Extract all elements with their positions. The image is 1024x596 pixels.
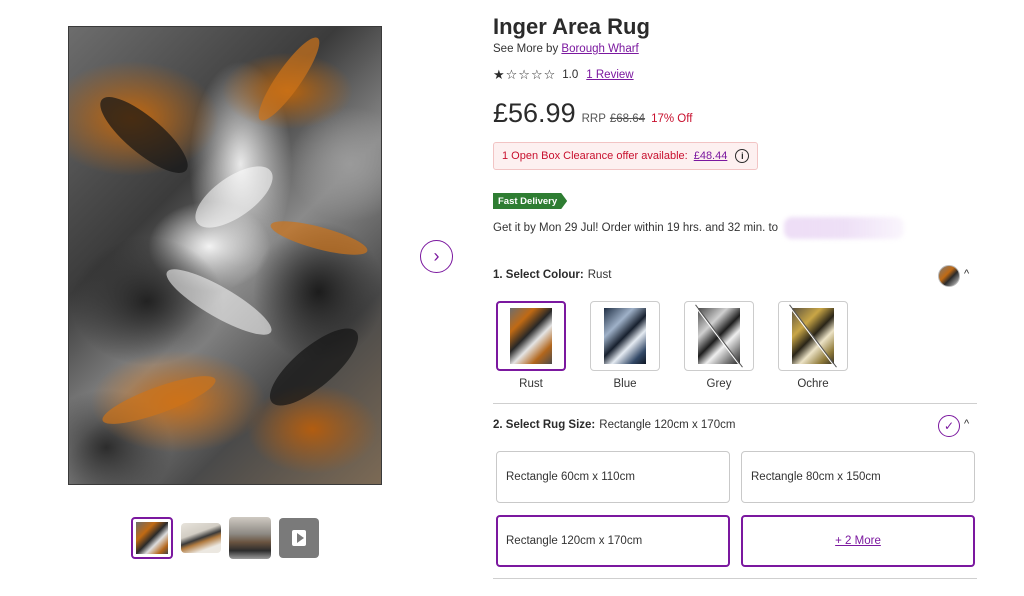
product-main-image[interactable] [68, 26, 382, 485]
check-icon: ✓ [938, 415, 960, 437]
current-price: £56.99 [493, 98, 576, 128]
rug-pattern-dark [259, 316, 369, 418]
rrp-price: £68.64 [609, 113, 646, 125]
colour-option-label: Ochre [797, 378, 829, 390]
thumbnail-3[interactable] [229, 517, 271, 559]
colour-options: Rust Blue Grey Ochre [496, 301, 848, 390]
rating-row: ★☆☆☆☆ 1.0 1 Review [493, 67, 634, 83]
thumbnail-strip [131, 517, 319, 559]
colour-option-grey[interactable]: Grey [684, 301, 754, 390]
more-sizes-button[interactable]: + 2 More [741, 515, 975, 567]
section-divider [493, 578, 977, 579]
rating-value: 1.0 [562, 69, 579, 81]
rust-swatch-image [510, 308, 552, 364]
play-icon [292, 530, 306, 546]
info-icon[interactable]: i [735, 149, 750, 163]
rug-pattern-orange [250, 31, 328, 127]
colour-option-rust[interactable]: Rust [496, 301, 566, 390]
brand-line: See More by Borough Wharf [493, 43, 639, 55]
star-rating-icon: ★☆☆☆☆ [493, 67, 557, 82]
size-section-label: 2. Select Rug Size: [493, 419, 596, 431]
discount-label: 17% Off [651, 113, 693, 125]
size-option-120x170[interactable]: Rectangle 120cm x 170cm [496, 515, 730, 567]
blurred-postcode[interactable] [784, 217, 905, 239]
rug-pattern-orange [98, 367, 220, 433]
colour-option-blue[interactable]: Blue [590, 301, 660, 390]
rug-pattern-highlight [185, 154, 283, 240]
clearance-offer-banner: 1 Open Box Clearance offer available: £4… [493, 142, 759, 170]
chevron-right-icon: › [433, 246, 440, 266]
size-option-80x150[interactable]: Rectangle 80cm x 150cm [741, 451, 975, 503]
chevron-up-icon[interactable]: ^ [964, 268, 969, 280]
colour-section-label: 1. Select Colour: [493, 269, 584, 281]
price-row: £56.99 RRP £68.64 17% Off [493, 98, 692, 129]
video-thumbnail[interactable] [279, 518, 319, 558]
rug-pattern-highlight [159, 259, 279, 345]
thumbnail-1[interactable] [131, 517, 173, 559]
rrp-label: RRP [581, 113, 606, 125]
delivery-text: Get it by Mon 29 Jul! Order within 19 hr… [493, 222, 779, 234]
thumbnail-2[interactable] [181, 523, 221, 553]
size-options: Rectangle 60cm x 110cm Rectangle 80cm x … [496, 451, 975, 567]
selected-colour-swatch [938, 265, 960, 287]
colour-option-label: Rust [519, 378, 543, 390]
blue-swatch-image [604, 308, 646, 364]
see-more-prefix: See More by [493, 43, 559, 55]
colour-option-label: Grey [706, 378, 732, 390]
clearance-price-link[interactable]: £48.44 [694, 150, 728, 162]
size-option-60x110[interactable]: Rectangle 60cm x 110cm [496, 451, 730, 503]
rug-pattern-orange [267, 214, 371, 262]
colour-option-label: Blue [613, 378, 637, 390]
colour-option-ochre[interactable]: Ochre [778, 301, 848, 390]
delivery-estimate: Get it by Mon 29 Jul! Order within 19 hr… [493, 217, 905, 239]
size-selected-value: Rectangle 120cm x 170cm [599, 419, 736, 431]
section-divider [493, 403, 977, 404]
clearance-text: 1 Open Box Clearance offer available: [502, 150, 688, 162]
fast-delivery-badge: Fast Delivery [493, 193, 568, 209]
colour-selected-value: Rust [587, 269, 612, 281]
brand-link[interactable]: Borough Wharf [561, 43, 638, 55]
rug-pattern-dark [90, 85, 198, 185]
chevron-up-icon[interactable]: ^ [964, 418, 969, 430]
product-title: Inger Area Rug [493, 14, 650, 39]
colour-section-header[interactable]: 1. Select Colour: Rust [493, 269, 611, 281]
next-image-button[interactable]: › [420, 240, 453, 273]
size-section-header[interactable]: 2. Select Rug Size: Rectangle 120cm x 17… [493, 419, 735, 431]
reviews-link[interactable]: 1 Review [586, 69, 633, 81]
